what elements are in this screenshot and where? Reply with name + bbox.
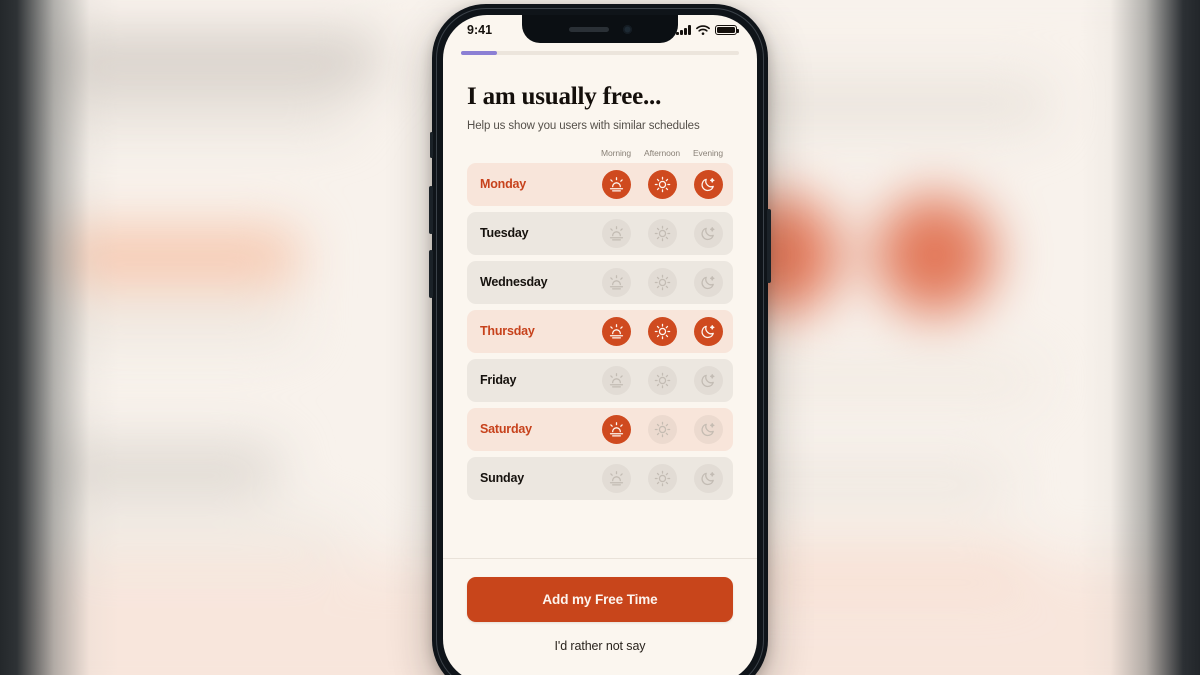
slot-sunday-morning[interactable] bbox=[593, 463, 639, 493]
day-row-friday[interactable]: Friday bbox=[467, 358, 733, 402]
time-of-day-column-headers: Morning Afternoon Evening bbox=[467, 148, 733, 158]
column-header-afternoon: Afternoon bbox=[644, 147, 680, 158]
moon-icon[interactable] bbox=[693, 414, 723, 444]
volume-up-button[interactable] bbox=[429, 186, 433, 234]
add-my-free-time-button[interactable]: Add my Free Time bbox=[467, 577, 733, 622]
slot-tuesday-morning[interactable] bbox=[593, 218, 639, 248]
page-subtitle: Help us show you users with similar sche… bbox=[467, 119, 700, 132]
day-label: Monday bbox=[480, 177, 527, 191]
day-row-saturday[interactable]: Saturday bbox=[467, 407, 733, 451]
status-bar-indicators bbox=[676, 24, 740, 36]
power-button[interactable] bbox=[767, 209, 771, 283]
day-row-monday[interactable]: Monday bbox=[467, 162, 733, 206]
slot-friday-morning[interactable] bbox=[593, 365, 639, 395]
id-rather-not-say-button[interactable]: I'd rather not say bbox=[467, 639, 733, 653]
slot-monday-afternoon[interactable] bbox=[639, 169, 685, 199]
sunrise-icon[interactable] bbox=[601, 463, 631, 493]
day-label: Sunday bbox=[480, 471, 524, 485]
status-bar-time: 9:41 bbox=[467, 23, 493, 37]
day-row-thursday[interactable]: Thursday bbox=[467, 309, 733, 353]
sunrise-icon[interactable] bbox=[601, 169, 631, 199]
sun-icon[interactable] bbox=[647, 414, 677, 444]
phone-screen: 9:41 I am usually free... Help us show y… bbox=[443, 15, 757, 675]
sunrise-icon[interactable] bbox=[601, 316, 631, 346]
day-label: Tuesday bbox=[480, 226, 529, 240]
moon-icon[interactable] bbox=[693, 267, 723, 297]
phone-mockup: 9:41 I am usually free... Help us show y… bbox=[429, 4, 771, 675]
slot-friday-afternoon[interactable] bbox=[639, 365, 685, 395]
screen-footer: Add my Free Time I'd rather not say bbox=[443, 558, 757, 675]
onboarding-progress-bar bbox=[461, 51, 739, 55]
slot-wednesday-morning[interactable] bbox=[593, 267, 639, 297]
day-row-sunday[interactable]: Sunday bbox=[467, 456, 733, 500]
cellular-signal-icon bbox=[676, 25, 691, 35]
slot-saturday-afternoon[interactable] bbox=[639, 414, 685, 444]
page-title: I am usually free... bbox=[467, 83, 662, 110]
sun-icon[interactable] bbox=[647, 218, 677, 248]
slot-monday-evening[interactable] bbox=[685, 169, 731, 199]
speaker-grille-icon bbox=[568, 26, 609, 32]
slot-friday-evening[interactable] bbox=[685, 365, 731, 395]
column-header-morning: Morning bbox=[600, 147, 631, 158]
volume-down-button[interactable] bbox=[429, 250, 433, 298]
moon-icon[interactable] bbox=[693, 365, 723, 395]
day-label: Wednesday bbox=[480, 275, 548, 289]
sun-icon[interactable] bbox=[647, 169, 677, 199]
silent-switch-button[interactable] bbox=[430, 132, 433, 158]
moon-icon[interactable] bbox=[693, 316, 723, 346]
onboarding-progress-fill bbox=[461, 51, 498, 55]
slot-saturday-morning[interactable] bbox=[593, 414, 639, 444]
slot-tuesday-afternoon[interactable] bbox=[639, 218, 685, 248]
device-notch bbox=[522, 15, 678, 43]
day-label: Thursday bbox=[480, 324, 535, 338]
day-row-tuesday[interactable]: Tuesday bbox=[467, 211, 733, 255]
slot-saturday-evening[interactable] bbox=[685, 414, 731, 444]
sun-icon[interactable] bbox=[647, 365, 677, 395]
moon-icon[interactable] bbox=[693, 463, 723, 493]
moon-icon[interactable] bbox=[693, 218, 723, 248]
wifi-icon bbox=[696, 24, 710, 35]
slot-monday-morning[interactable] bbox=[593, 169, 639, 199]
sun-icon[interactable] bbox=[647, 463, 677, 493]
slot-wednesday-evening[interactable] bbox=[685, 267, 731, 297]
sunrise-icon[interactable] bbox=[601, 414, 631, 444]
sunrise-icon[interactable] bbox=[601, 218, 631, 248]
day-label: Saturday bbox=[480, 422, 532, 436]
sunrise-icon[interactable] bbox=[601, 365, 631, 395]
slot-thursday-evening[interactable] bbox=[685, 316, 731, 346]
day-label: Friday bbox=[480, 373, 517, 387]
slot-tuesday-evening[interactable] bbox=[685, 218, 731, 248]
sunrise-icon[interactable] bbox=[601, 267, 631, 297]
footer-divider bbox=[443, 558, 757, 559]
column-header-evening: Evening bbox=[692, 147, 724, 158]
sun-icon[interactable] bbox=[647, 316, 677, 346]
battery-icon bbox=[715, 24, 740, 36]
slot-thursday-afternoon[interactable] bbox=[639, 316, 685, 346]
availability-day-list: Monday Tuesday Wednesday Thursday Friday Satu… bbox=[467, 162, 733, 500]
slot-thursday-morning[interactable] bbox=[593, 316, 639, 346]
slot-sunday-evening[interactable] bbox=[685, 463, 731, 493]
day-row-wednesday[interactable]: Wednesday bbox=[467, 260, 733, 304]
moon-icon[interactable] bbox=[693, 169, 723, 199]
sun-icon[interactable] bbox=[647, 267, 677, 297]
slot-sunday-afternoon[interactable] bbox=[639, 463, 685, 493]
slot-wednesday-afternoon[interactable] bbox=[639, 267, 685, 297]
screen-content: I am usually free... Help us show you us… bbox=[443, 61, 757, 675]
front-camera-icon bbox=[622, 24, 632, 34]
